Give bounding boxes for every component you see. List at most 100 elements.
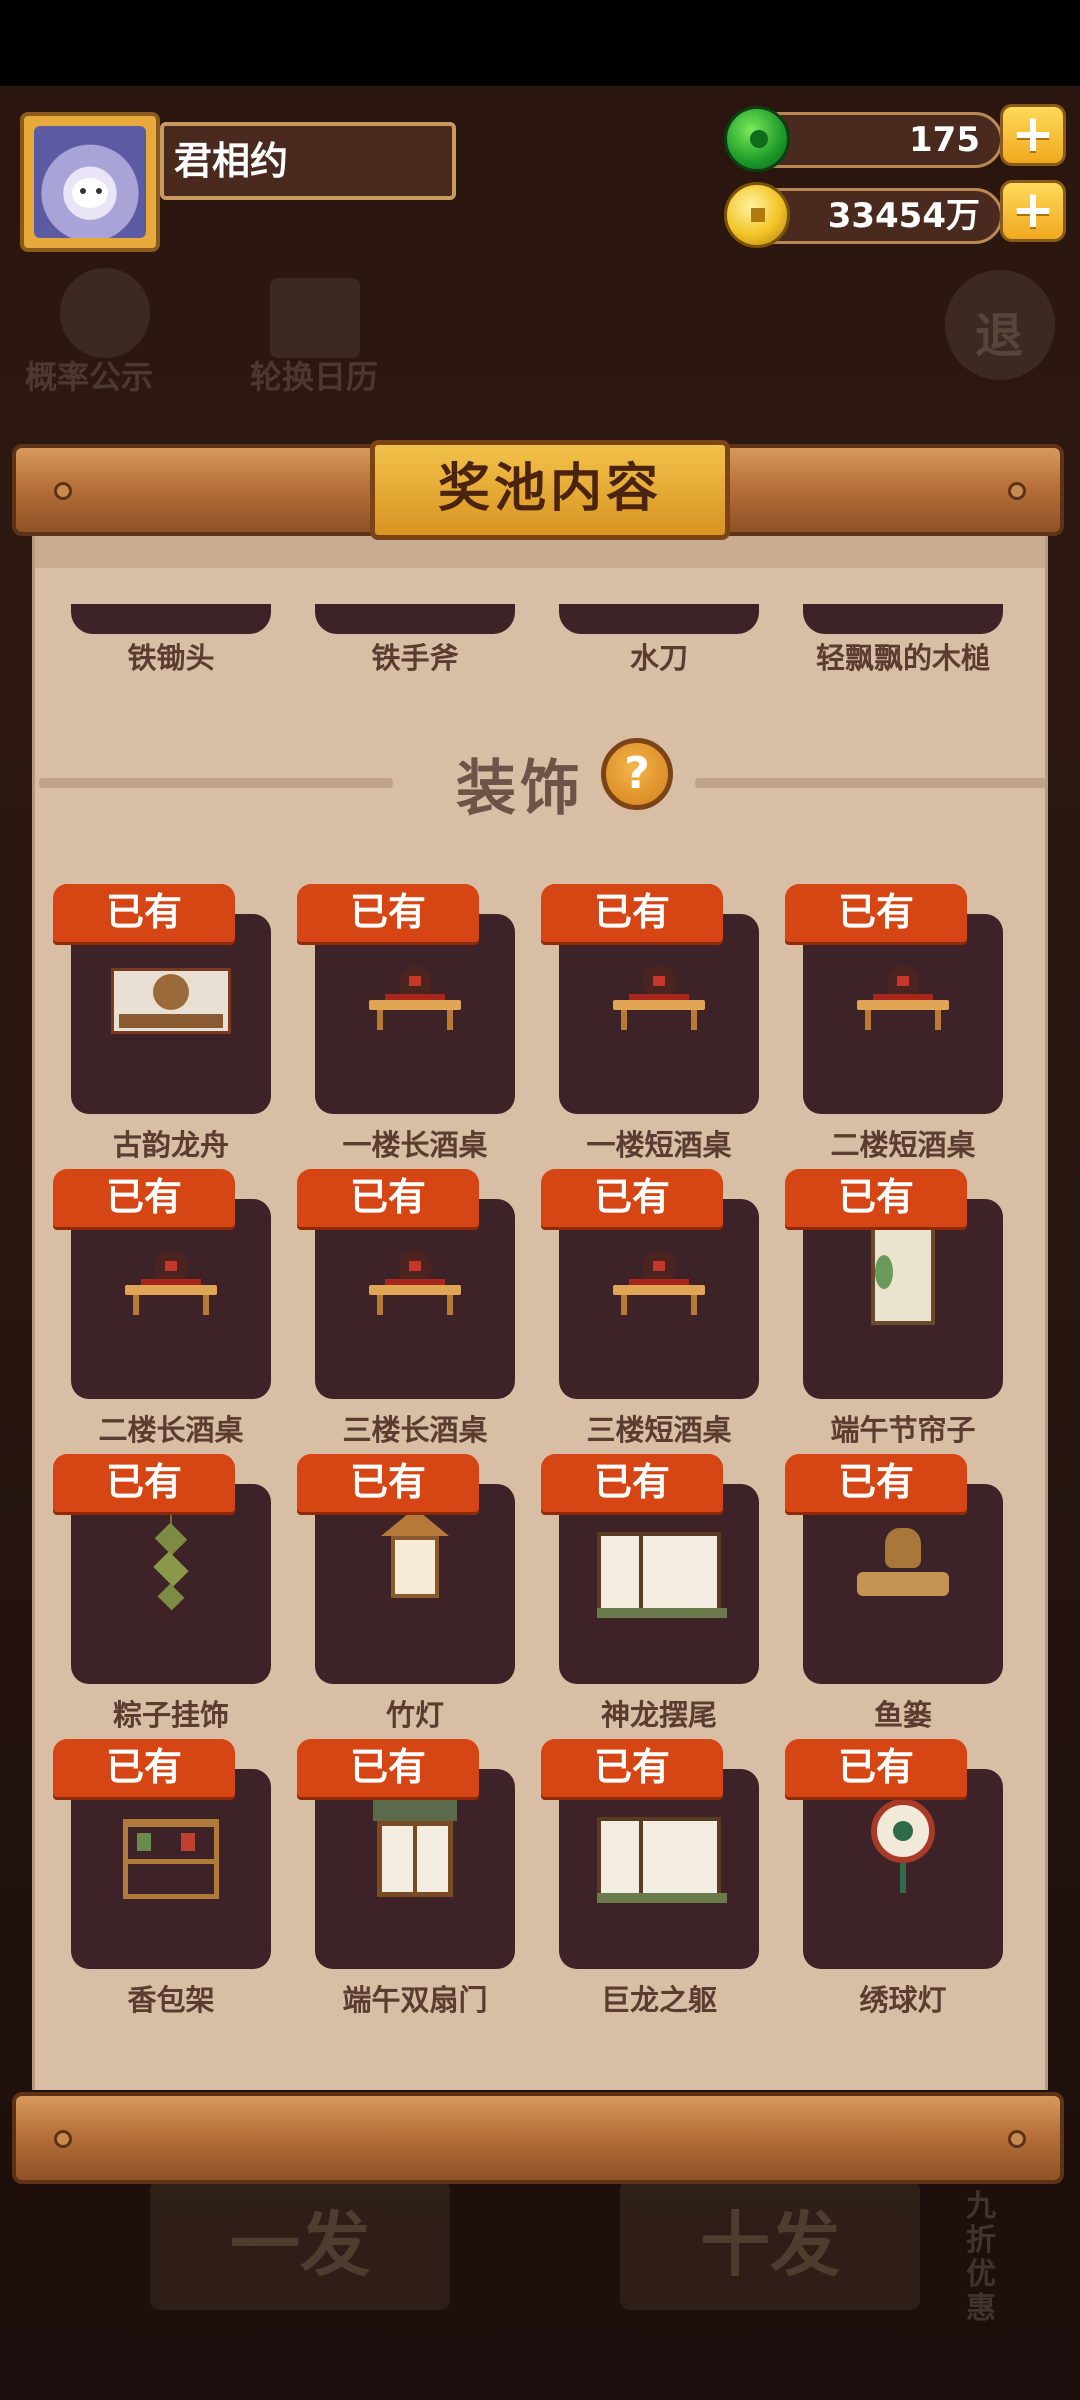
- lamp-tassel: [900, 1863, 906, 1893]
- table-leg: [447, 1295, 453, 1315]
- decoration-card[interactable]: [315, 1769, 515, 1969]
- jar-label: [409, 976, 421, 986]
- owned-badge: 已有: [53, 884, 235, 942]
- table-leg: [133, 1295, 139, 1315]
- zongzi: [154, 1522, 188, 1556]
- owned-badge: 已有: [541, 884, 723, 942]
- zongzi-ornament-icon: [71, 1484, 271, 1684]
- decoration-card[interactable]: [71, 1769, 271, 1969]
- avatar[interactable]: [20, 112, 160, 252]
- prev-item-label: 轻飘飘的木槌: [815, 641, 990, 675]
- door-roof: [373, 1799, 457, 1821]
- sachet: [181, 1833, 195, 1851]
- decoration-card[interactable]: [315, 1199, 515, 1399]
- dragon-window-icon: [559, 1484, 759, 1684]
- add-coins-button[interactable]: +: [1000, 180, 1066, 242]
- prize-pool-panel: 铁锄头 铁手斧 水刀 轻飘飘的木槌 装饰 ? 已有 古韵龙舟 已有 一楼长酒桌 已有 一楼…: [32, 520, 1048, 2090]
- table-leg: [203, 1295, 209, 1315]
- wine-table-icon: [559, 914, 759, 1114]
- basket-body: [885, 1528, 921, 1568]
- drum-base: [119, 1014, 223, 1028]
- owned-badge: 已有: [785, 1739, 967, 1797]
- table-top: [369, 1285, 461, 1295]
- decoration-card[interactable]: [559, 1769, 759, 1969]
- prev-item-label: 铁手斧: [371, 641, 459, 675]
- lamp-roof: [381, 1508, 449, 1536]
- embroidered-ball-lamp-icon: [803, 1769, 1003, 1969]
- wine-table-icon: [315, 1199, 515, 1399]
- table-top: [857, 1000, 949, 1010]
- decoration-name: 一楼长酒桌: [342, 1128, 488, 1162]
- decoration-name: 神龙摆尾: [600, 1698, 717, 1732]
- wine-table-icon: [71, 1199, 271, 1399]
- decoration-card[interactable]: [315, 1484, 515, 1684]
- table-leg: [377, 1295, 383, 1315]
- sachet: [137, 1833, 151, 1851]
- coin-icon: [724, 182, 790, 248]
- decoration-name: 二楼长酒桌: [98, 1413, 244, 1447]
- avatar-portrait: [34, 126, 146, 238]
- table-leg: [691, 1010, 697, 1030]
- dialog-title: 奖池内容: [370, 440, 730, 540]
- decoration-card[interactable]: [803, 1199, 1003, 1399]
- decoration-card[interactable]: [71, 1484, 271, 1684]
- prev-item-card[interactable]: [71, 604, 271, 634]
- owned-badge: 已有: [297, 1454, 479, 1512]
- decoration-name: 香包架: [127, 1983, 215, 2017]
- zongzi: [153, 1551, 189, 1587]
- decoration-card[interactable]: [559, 1199, 759, 1399]
- window-frame: [597, 1532, 721, 1612]
- avatar-face: [72, 178, 108, 208]
- lamp-center: [893, 1821, 913, 1841]
- rod-knob: [54, 2130, 72, 2148]
- prev-item-card[interactable]: [803, 604, 1003, 634]
- dragon-boat-drum-icon: [71, 914, 271, 1114]
- owned-badge: 已有: [785, 1169, 967, 1227]
- wine-table-icon: [559, 1199, 759, 1399]
- owned-badge: 已有: [53, 1739, 235, 1797]
- owned-badge: 已有: [541, 1169, 723, 1227]
- owned-badge: 已有: [53, 1454, 235, 1512]
- table-leg: [621, 1295, 627, 1315]
- prev-item-card[interactable]: [315, 604, 515, 634]
- window-bar: [639, 1536, 643, 1608]
- basket-base: [857, 1572, 949, 1596]
- curtain-leaf: [875, 1255, 893, 1289]
- owned-badge: 已有: [297, 1739, 479, 1797]
- section-title: 装饰: [456, 754, 584, 824]
- wine-table-icon: [315, 914, 515, 1114]
- help-button[interactable]: ?: [601, 738, 673, 810]
- curtain-icon: [803, 1199, 1003, 1399]
- decoration-card[interactable]: [71, 914, 271, 1114]
- owned-badge: 已有: [541, 1454, 723, 1512]
- table-leg: [935, 1010, 941, 1030]
- decoration-name: 巨龙之躯: [600, 1983, 717, 2017]
- table-leg: [865, 1010, 871, 1030]
- wine-table-icon: [803, 914, 1003, 1114]
- add-jade-button[interactable]: +: [1000, 104, 1066, 166]
- decoration-card[interactable]: [803, 914, 1003, 1114]
- window-frame: [597, 1817, 721, 1897]
- decoration-card[interactable]: [803, 1484, 1003, 1684]
- window-base: [597, 1893, 727, 1903]
- fish-basket-icon: [803, 1484, 1003, 1684]
- rod-knob: [54, 482, 72, 500]
- jar-label: [409, 1261, 421, 1271]
- decoration-name: 端午节帘子: [830, 1413, 976, 1447]
- prev-item-card[interactable]: [559, 604, 759, 634]
- rod-knob: [1008, 2130, 1026, 2148]
- jar-label: [897, 976, 909, 986]
- decoration-card[interactable]: [71, 1199, 271, 1399]
- jar-label: [653, 1261, 665, 1271]
- decoration-card[interactable]: [803, 1769, 1003, 1969]
- decoration-card[interactable]: [559, 1484, 759, 1684]
- table-top: [613, 1000, 705, 1010]
- table-leg: [447, 1010, 453, 1030]
- scroll-rod-bottom: [12, 2092, 1064, 2184]
- section-divider-right: [695, 778, 1045, 788]
- window-bar: [639, 1821, 643, 1893]
- avatar-eye-left: [80, 188, 86, 194]
- decoration-card[interactable]: [559, 914, 759, 1114]
- window-base: [597, 1608, 727, 1618]
- decoration-card[interactable]: [315, 914, 515, 1114]
